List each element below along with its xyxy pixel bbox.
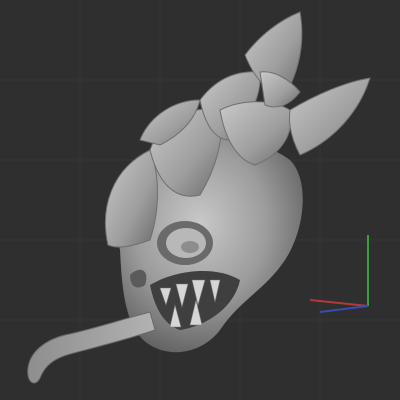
axis-z-line — [319, 305, 369, 313]
creature-head-model[interactable] — [0, 0, 400, 400]
sculpt-viewport[interactable] — [0, 0, 400, 400]
axis-gizmo[interactable] — [300, 220, 390, 330]
axis-x-line — [309, 299, 369, 307]
eye-shadow — [181, 241, 199, 253]
tongue — [27, 311, 156, 384]
